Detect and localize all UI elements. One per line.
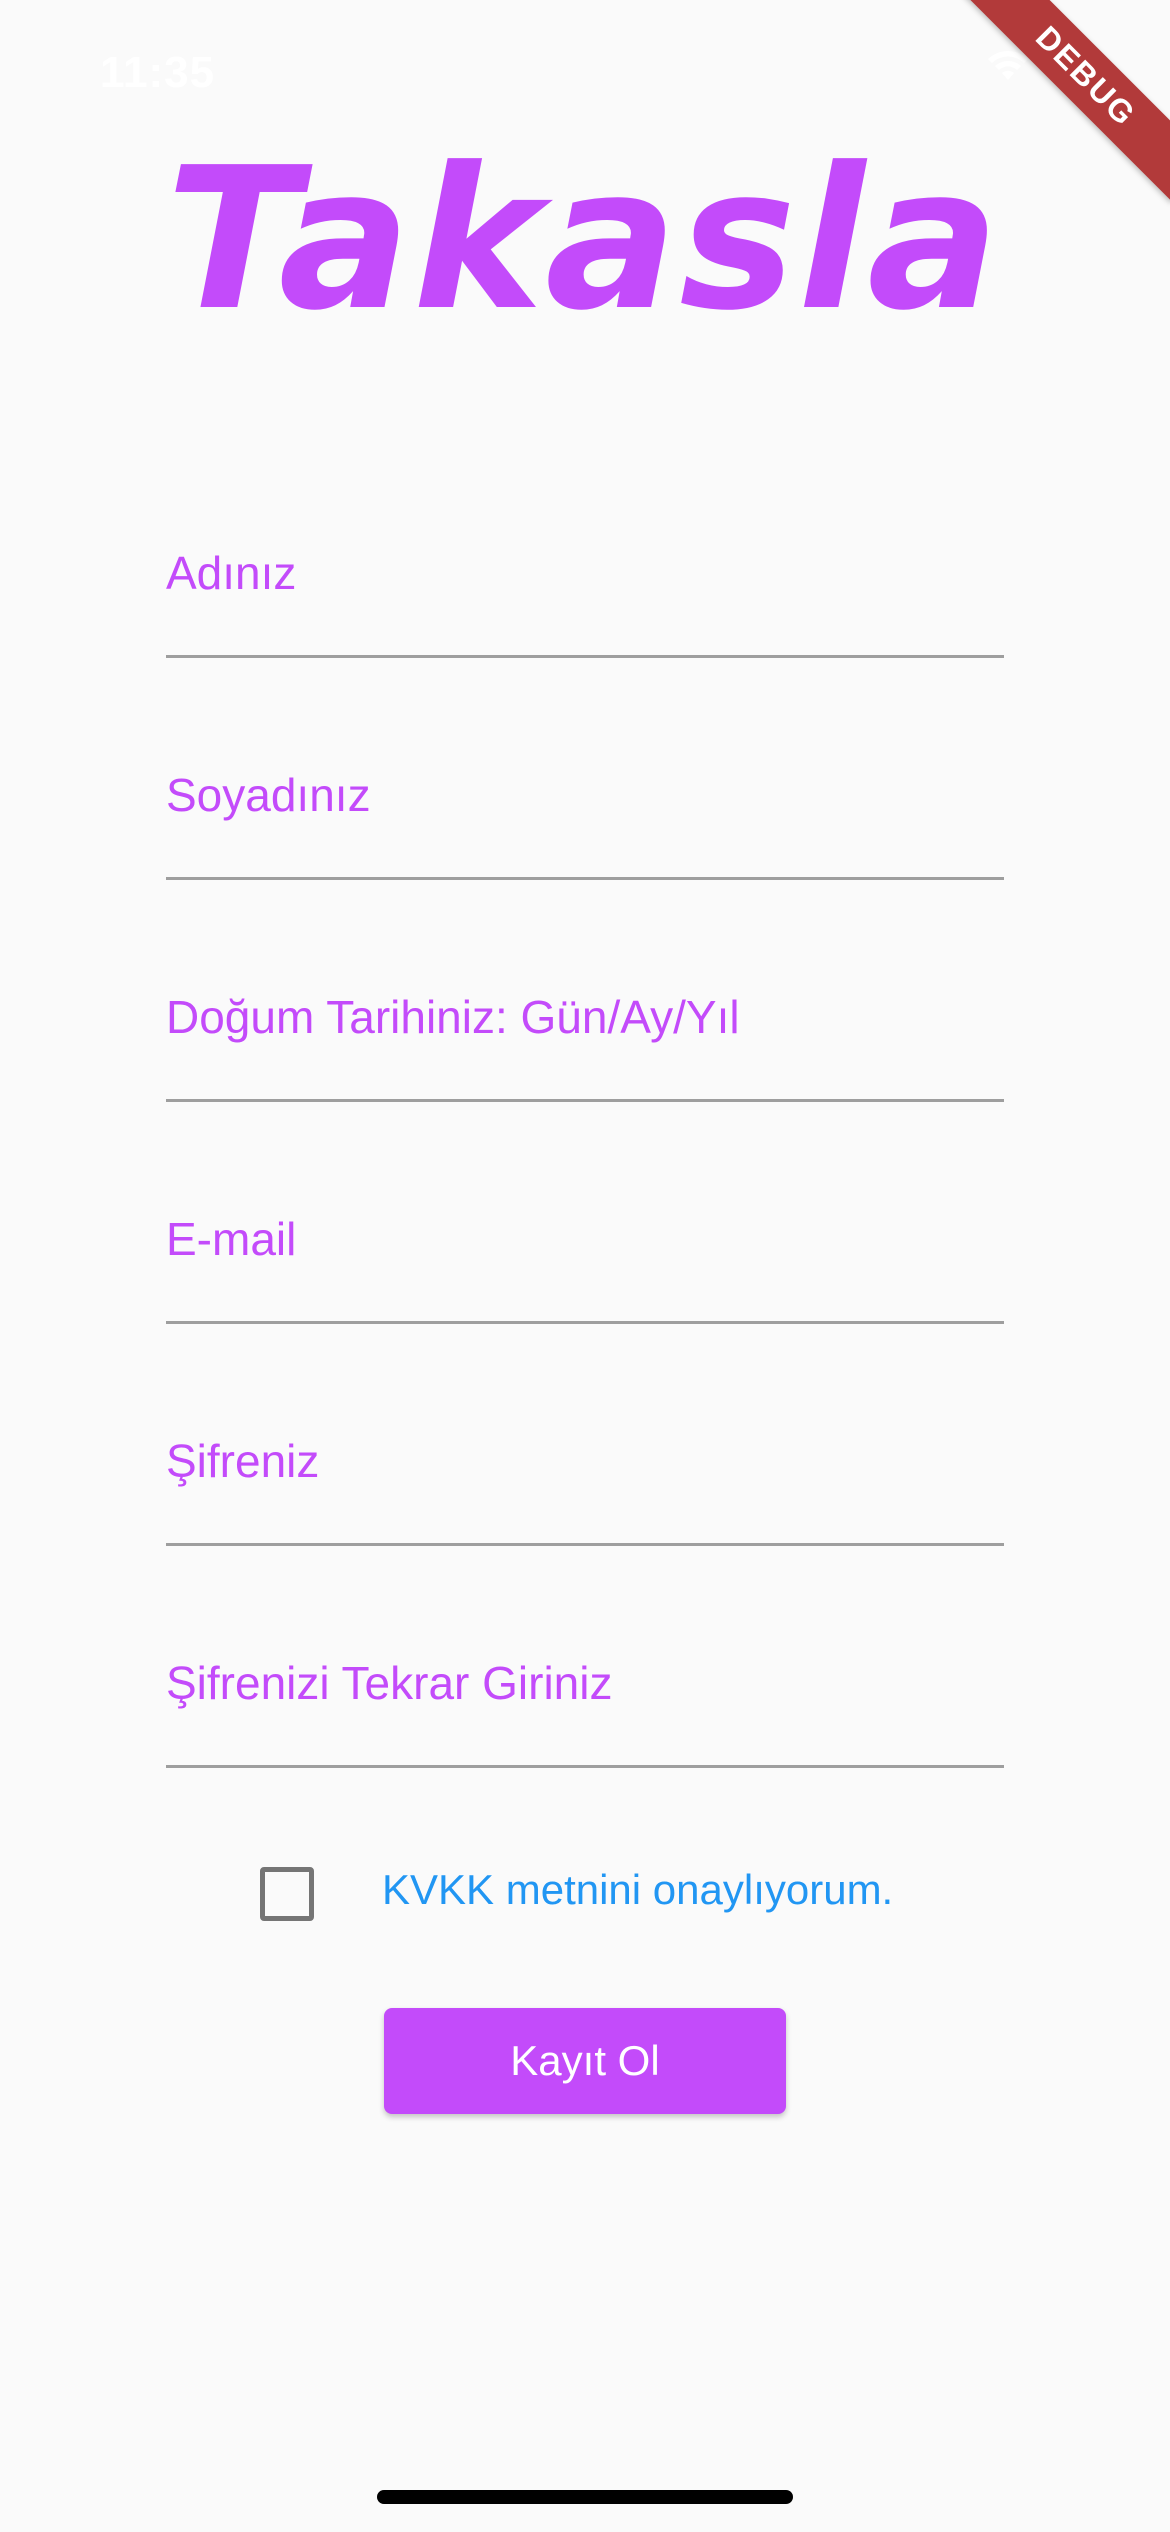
wifi-icon bbox=[986, 50, 1030, 84]
email-label: E-mail bbox=[166, 1213, 297, 1265]
kvkk-checkbox[interactable] bbox=[260, 1867, 314, 1921]
password-confirm-field[interactable]: Şifrenizi Tekrar Giriniz bbox=[166, 1648, 1004, 1768]
birth-date-field[interactable]: Doğum Tarihiniz: Gün/Ay/Yıl bbox=[166, 982, 1004, 1102]
home-indicator[interactable] bbox=[377, 2490, 793, 2504]
birth-date-label: Doğum Tarihiniz: Gün/Ay/Yıl bbox=[166, 991, 740, 1043]
password-confirm-label: Şifrenizi Tekrar Giriniz bbox=[166, 1657, 613, 1709]
password-label: Şifreniz bbox=[166, 1435, 320, 1487]
email-field[interactable]: E-mail bbox=[166, 1204, 1004, 1324]
kvkk-label[interactable]: KVKK metnini onaylıyorum. bbox=[382, 1866, 893, 1914]
last-name-label: Soyadınız bbox=[166, 769, 371, 821]
first-name-field[interactable]: Adınız bbox=[166, 538, 1004, 658]
app-logo: Takasla bbox=[166, 126, 1002, 354]
status-icons bbox=[986, 50, 1110, 84]
last-name-field[interactable]: Soyadınız bbox=[166, 760, 1004, 880]
password-field[interactable]: Şifreniz bbox=[166, 1426, 1004, 1546]
register-screen: 11:35 DEBUG Takasla Adınız Soyadınız Doğ… bbox=[0, 0, 1170, 2532]
status-time: 11:35 bbox=[100, 48, 216, 97]
first-name-label: Adınız bbox=[166, 547, 297, 599]
battery-icon bbox=[1048, 52, 1110, 82]
register-button[interactable]: Kayıt Ol bbox=[384, 2008, 786, 2114]
